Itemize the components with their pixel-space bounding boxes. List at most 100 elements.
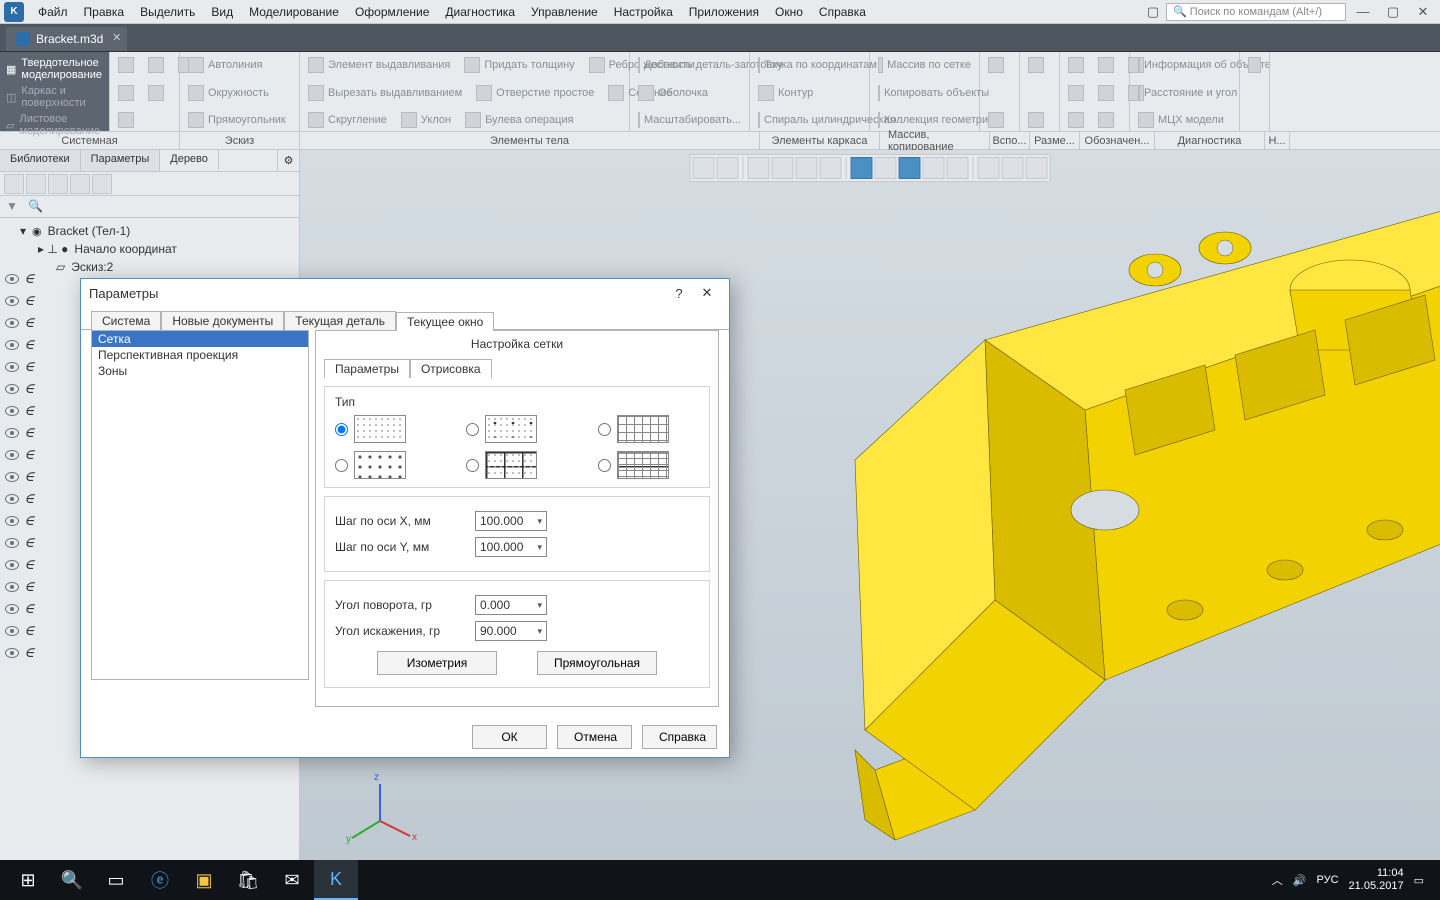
rb-bool[interactable]: Булева операция [463, 111, 576, 129]
grid-type-3[interactable] [598, 415, 699, 443]
menu-view[interactable]: Вид [203, 2, 241, 22]
tray-chevron-up-icon[interactable]: ︿ [1272, 872, 1283, 888]
rb-undo[interactable] [146, 84, 166, 102]
rb-mass[interactable]: МЦХ модели [1136, 111, 1233, 129]
tree-row-icons[interactable]: ∈ [2, 356, 34, 378]
rb-ann1[interactable] [1066, 56, 1086, 74]
tree-row-icons[interactable]: ∈ [2, 576, 34, 598]
vb-1[interactable] [978, 157, 1000, 179]
dialog-sidelist[interactable]: Сетка Перспективная проекция Зоны [91, 330, 309, 680]
panel-settings-icon[interactable]: ⚙ [277, 150, 299, 171]
vb-rotate[interactable] [796, 157, 818, 179]
tree-row-icons[interactable]: ∈ [2, 510, 34, 532]
minimize-button[interactable]: — [1350, 3, 1376, 21]
rb-dim1[interactable] [1026, 56, 1053, 74]
grid-type-4[interactable] [335, 451, 436, 479]
store-icon[interactable]: 🛍 [226, 860, 270, 900]
rb-info[interactable]: Информация об объекте [1136, 56, 1233, 74]
vb-zoom[interactable] [748, 157, 770, 179]
system-tray[interactable]: ︿ 🔊 РУС 11:04 21.05.2017 ▭ [1272, 867, 1434, 893]
tree-row-icons[interactable]: ∈ [2, 488, 34, 510]
rb-aux2[interactable] [986, 111, 1013, 129]
search-icon[interactable]: 🔍 [28, 199, 44, 215]
vb-wire[interactable] [875, 157, 897, 179]
ok-button[interactable]: ОК [472, 725, 547, 749]
tree-row-icons[interactable]: ∈ [2, 444, 34, 466]
rb-shell[interactable]: Оболочка [636, 84, 743, 102]
menu-format[interactable]: Оформление [347, 2, 437, 22]
rb-ann7[interactable] [1066, 111, 1086, 129]
rb-cfg[interactable] [1246, 56, 1263, 74]
rb-addpart[interactable]: Добавить деталь-заготовку [636, 56, 743, 74]
tree-row-icons[interactable]: ∈ [2, 554, 34, 576]
edge-icon[interactable]: ⓔ [138, 860, 182, 900]
cancel-button[interactable]: Отмена [557, 725, 632, 749]
menu-manage[interactable]: Управление [523, 2, 606, 22]
rb-copy[interactable]: Копировать объекты [876, 84, 973, 102]
rb-scale[interactable]: Масштабировать... [636, 111, 743, 129]
grid-type-2[interactable] [466, 415, 567, 443]
rb-autoline[interactable]: Автолиния [186, 56, 293, 74]
vb-sect[interactable] [947, 157, 969, 179]
rb-print[interactable] [116, 84, 136, 102]
sidelist-persp[interactable]: Перспективная проекция [92, 347, 308, 363]
rb-rect[interactable]: Прямоугольник [186, 111, 293, 129]
dtab-curwin[interactable]: Текущее окно [396, 312, 494, 331]
taskbar-search-icon[interactable]: 🔍 [50, 860, 94, 900]
rb-thicken[interactable]: Придать толщину [462, 56, 576, 74]
dialog-close-icon[interactable]: ✕ [693, 281, 721, 305]
tree-tb-3[interactable] [48, 174, 68, 194]
menu-select[interactable]: Выделить [132, 2, 203, 22]
vb-2[interactable] [1002, 157, 1024, 179]
rb-draft[interactable]: Уклон [399, 111, 453, 129]
close-button[interactable]: ✕ [1410, 3, 1436, 21]
rb-ann8[interactable] [1096, 111, 1116, 129]
rb-ann4[interactable] [1066, 84, 1086, 102]
mail-icon[interactable]: ✉ [270, 860, 314, 900]
dtab-newdocs[interactable]: Новые документы [161, 311, 284, 330]
rb-fillet[interactable]: Скругление [306, 111, 389, 129]
tree-row-icons[interactable]: ∈ [2, 378, 34, 400]
sidelist-zones[interactable]: Зоны [92, 363, 308, 379]
vb-grid[interactable] [693, 157, 715, 179]
grid-type-1[interactable] [335, 415, 436, 443]
vb-ortho[interactable] [923, 157, 945, 179]
dtab-system[interactable]: Система [91, 311, 161, 330]
step-y-input[interactable]: 100.000▾ [475, 537, 547, 557]
tree-tb-2[interactable] [26, 174, 46, 194]
rb-extrude[interactable]: Элемент выдавливания [306, 56, 452, 74]
vb-persp[interactable] [899, 157, 921, 179]
tree-row-icons[interactable]: ∈ [2, 334, 34, 356]
rb-ann2[interactable] [1096, 56, 1116, 74]
tree-origin[interactable]: ▸ ⊥ ● Начало координат [0, 240, 299, 258]
taskview-icon[interactable]: ▭ [94, 860, 138, 900]
filter-icon[interactable]: ▼ [6, 199, 22, 215]
vb-pan[interactable] [772, 157, 794, 179]
subtab-draw[interactable]: Отрисовка [410, 359, 492, 378]
dialog-help-icon[interactable]: ? [665, 281, 693, 305]
angle-rot-input[interactable]: 0.000▾ [475, 595, 547, 615]
tree-row-icons[interactable]: ∈ [2, 598, 34, 620]
step-x-input[interactable]: 100.000▾ [475, 511, 547, 531]
menu-apps[interactable]: Приложения [681, 2, 767, 22]
tree-row-icons[interactable]: ∈ [2, 642, 34, 664]
grid-type-5[interactable] [466, 451, 567, 479]
rb-array[interactable]: Массив по сетке [876, 56, 973, 74]
tree-row-icons[interactable]: ∈ [2, 400, 34, 422]
angle-skew-input[interactable]: 90.000▾ [475, 621, 547, 641]
panel-tab-params[interactable]: Параметры [81, 150, 161, 171]
mode-selector[interactable]: ▦Твердотельное моделирование ◫Каркас и п… [0, 52, 110, 131]
menu-diag[interactable]: Диагностика [437, 2, 523, 22]
panel-tab-tree[interactable]: Дерево [160, 150, 219, 171]
rb-dist[interactable]: Расстояние и угол [1136, 84, 1233, 102]
tree-tb-4[interactable] [70, 174, 90, 194]
tray-sound-icon[interactable]: 🔊 [1293, 874, 1307, 887]
subtab-params[interactable]: Параметры [324, 359, 410, 378]
grid-type-6[interactable] [598, 451, 699, 479]
menu-edit[interactable]: Правка [76, 2, 133, 22]
tree-row-icons[interactable]: ∈ [2, 268, 34, 290]
menu-modeling[interactable]: Моделирование [241, 2, 347, 22]
rb-circle[interactable]: Окружность [186, 84, 293, 102]
tree-root[interactable]: ▾ ◉ Bracket (Тел-1) [0, 222, 299, 240]
dtab-curpart[interactable]: Текущая деталь [284, 311, 396, 330]
